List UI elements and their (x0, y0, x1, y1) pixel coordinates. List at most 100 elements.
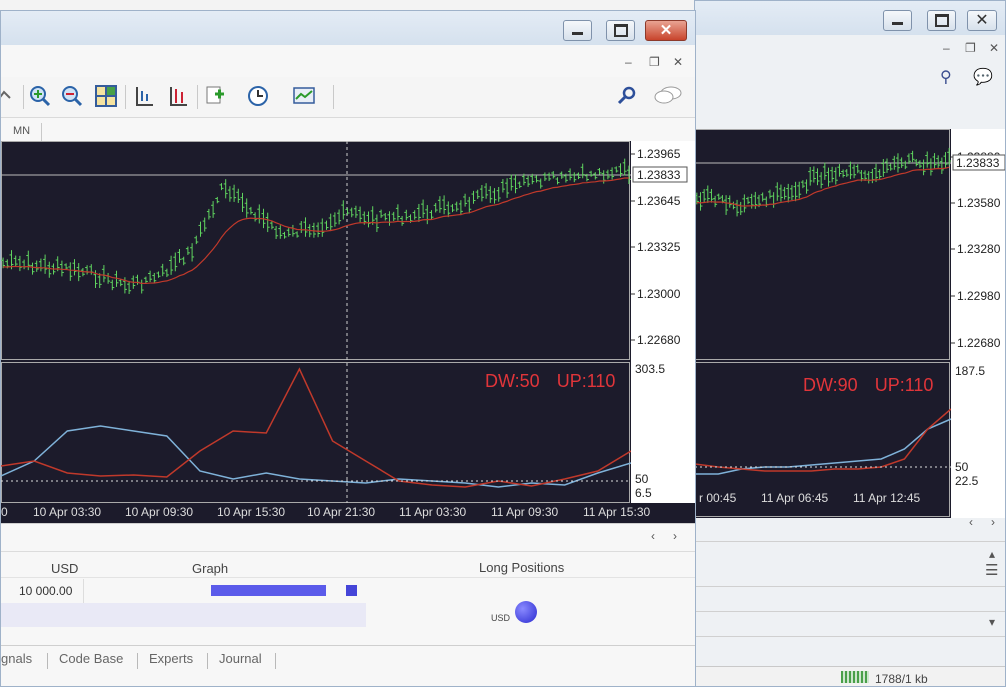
balance-value: 10 000.00 (19, 584, 73, 598)
timeframe-mn[interactable]: MN (13, 125, 30, 137)
front-chart-window: ✕ – ❐ ✕ MN 1.23965 1.23645 1.23325 1.230… (0, 10, 696, 687)
list-icon[interactable]: ☰ (985, 561, 998, 579)
tab-journal[interactable]: Journal (219, 651, 262, 666)
price-tick-label: 1.23000 (637, 287, 681, 301)
minimize-icon (572, 32, 583, 35)
balance-graph-marker (346, 585, 357, 596)
indicator-tick-label: 187.5 (955, 364, 985, 378)
traffic-status: 1788/1 kb (875, 672, 928, 686)
dw-label: DW:50 (485, 371, 540, 391)
scroll-right-icon[interactable]: › (991, 515, 995, 529)
col-long-positions-header: Long Positions (479, 560, 565, 575)
scroll-left-icon[interactable]: ‹ (651, 529, 655, 543)
tab-signals[interactable]: gnals (1, 651, 32, 666)
price-chart-area[interactable] (1, 141, 632, 503)
time-label: 0 (1, 505, 8, 519)
clock-icon[interactable] (247, 85, 269, 107)
chat-icon[interactable] (653, 85, 683, 107)
price-tick-label: 1.23325 (637, 240, 681, 254)
back-time-axis: r 00:45 11 Apr 06:45 11 Apr 12:45 (695, 491, 951, 511)
current-price-label: 1.23833 (956, 156, 1000, 170)
maximize-icon (613, 24, 628, 37)
tab-code-base[interactable]: Code Base (59, 651, 123, 666)
col-currency-header: USD (51, 561, 79, 576)
back-indicator-label: DW:90 UP:110 (803, 375, 933, 396)
back-status-bar: 1788/1 kb (695, 666, 1005, 686)
bubble-label: USD (491, 613, 511, 623)
line-tool-icon[interactable] (1, 85, 17, 107)
up-label: UP:110 (874, 375, 934, 395)
front-chart-svg (1, 141, 632, 503)
time-label: 10 Apr 21:30 (307, 505, 376, 519)
close-icon: ✕ (659, 22, 673, 39)
price-tick-label: 1.23965 (637, 147, 681, 161)
time-label: 10 Apr 09:30 (125, 505, 194, 519)
back-chart-svg (695, 129, 952, 518)
chart-background (695, 129, 951, 518)
search-icon[interactable] (617, 85, 639, 107)
long-positions-bubble (515, 601, 537, 623)
connection-icon (841, 671, 869, 683)
chart-toolbar (1, 77, 695, 118)
back-minimize-button[interactable] (883, 10, 912, 31)
price-tick-label: 1.23580 (957, 196, 1001, 210)
sub-close-icon[interactable]: ✕ (673, 55, 683, 69)
sub-minimize-icon[interactable]: – (625, 55, 632, 69)
indicator-tick-label: 50 (955, 460, 969, 474)
tile-windows-icon[interactable] (95, 85, 117, 107)
time-label: 10 Apr 03:30 (33, 505, 102, 519)
chart-template-icon[interactable] (293, 85, 315, 107)
scroll-left-icon[interactable]: ‹ (969, 515, 973, 529)
price-scale-icon[interactable] (167, 85, 189, 107)
balance-graph-bar (211, 585, 326, 596)
tab-experts[interactable]: Experts (149, 651, 193, 666)
close-icon: ✕ (975, 11, 989, 29)
maximize-icon (934, 14, 949, 27)
time-label: 11 Apr 06:45 (761, 491, 829, 505)
indicator-tick-label: 22.5 (955, 474, 979, 488)
table-row[interactable]: 10 000.00 (1, 579, 366, 603)
period-separator-icon[interactable] (133, 85, 155, 107)
price-tick-label: 1.22680 (957, 336, 1001, 350)
back-sub-close-icon[interactable]: ✕ (989, 41, 999, 55)
scroll-up-icon[interactable]: ▴ (989, 547, 995, 561)
back-price-axis: 1.238801.235801.232801.229801.226801.238… (951, 129, 1005, 518)
front-maximize-button[interactable] (606, 20, 635, 41)
front-price-axis: 1.23965 1.23645 1.23325 1.23000 1.22680 1.238… (631, 141, 695, 503)
indicator-label: DW:50 UP:110 (485, 371, 615, 392)
dw-label: DW:90 (803, 375, 858, 395)
chat-icon[interactable]: 💬 (973, 67, 993, 87)
front-minimize-button[interactable] (563, 20, 592, 41)
price-tick-label: 1.22680 (637, 333, 681, 347)
back-sub-minimize-icon[interactable]: – (943, 41, 950, 55)
search-icon[interactable]: ⚲ (940, 67, 952, 87)
zoom-out-icon[interactable] (61, 85, 83, 107)
chart-background (1, 141, 631, 503)
time-label: 11 Apr 09:30 (491, 505, 559, 519)
sub-restore-icon[interactable]: ❐ (649, 55, 660, 69)
indicator-tick-label: 303.5 (635, 362, 665, 376)
scroll-right-icon[interactable]: › (673, 529, 677, 543)
up-label: UP:110 (556, 371, 616, 391)
table-row-empty (1, 603, 366, 627)
scroll-down-icon[interactable]: ▾ (989, 615, 995, 629)
time-label: 11 Apr 03:30 (399, 505, 467, 519)
zoom-in-icon[interactable] (29, 85, 51, 107)
back-chart-area[interactable] (695, 129, 952, 518)
back-close-button[interactable]: ✕ (967, 10, 997, 31)
minimize-icon (892, 22, 903, 25)
front-close-button[interactable]: ✕ (645, 20, 687, 41)
price-tick-label: 1.23280 (957, 242, 1001, 256)
back-sub-restore-icon[interactable]: ❐ (965, 41, 976, 55)
col-graph-header: Graph (192, 561, 229, 576)
time-label: 10 Apr 15:30 (217, 505, 286, 519)
price-tick-label: 1.22980 (957, 289, 1001, 303)
add-indicator-icon[interactable] (205, 85, 227, 107)
indicator-tick-label: 50 (635, 472, 649, 486)
time-label: 11 Apr 15:30 (583, 505, 651, 519)
back-chart-window: ✕ – ❐ ✕ ⚲ 💬 1.238801.235801.232801.22980… (694, 0, 1006, 687)
current-price-label: 1.23833 (637, 168, 681, 182)
front-time-axis: 0 10 Apr 03:30 10 Apr 09:30 10 Apr 15:30… (1, 503, 695, 523)
back-maximize-button[interactable] (927, 10, 956, 31)
price-tick-label: 1.23645 (637, 194, 681, 208)
